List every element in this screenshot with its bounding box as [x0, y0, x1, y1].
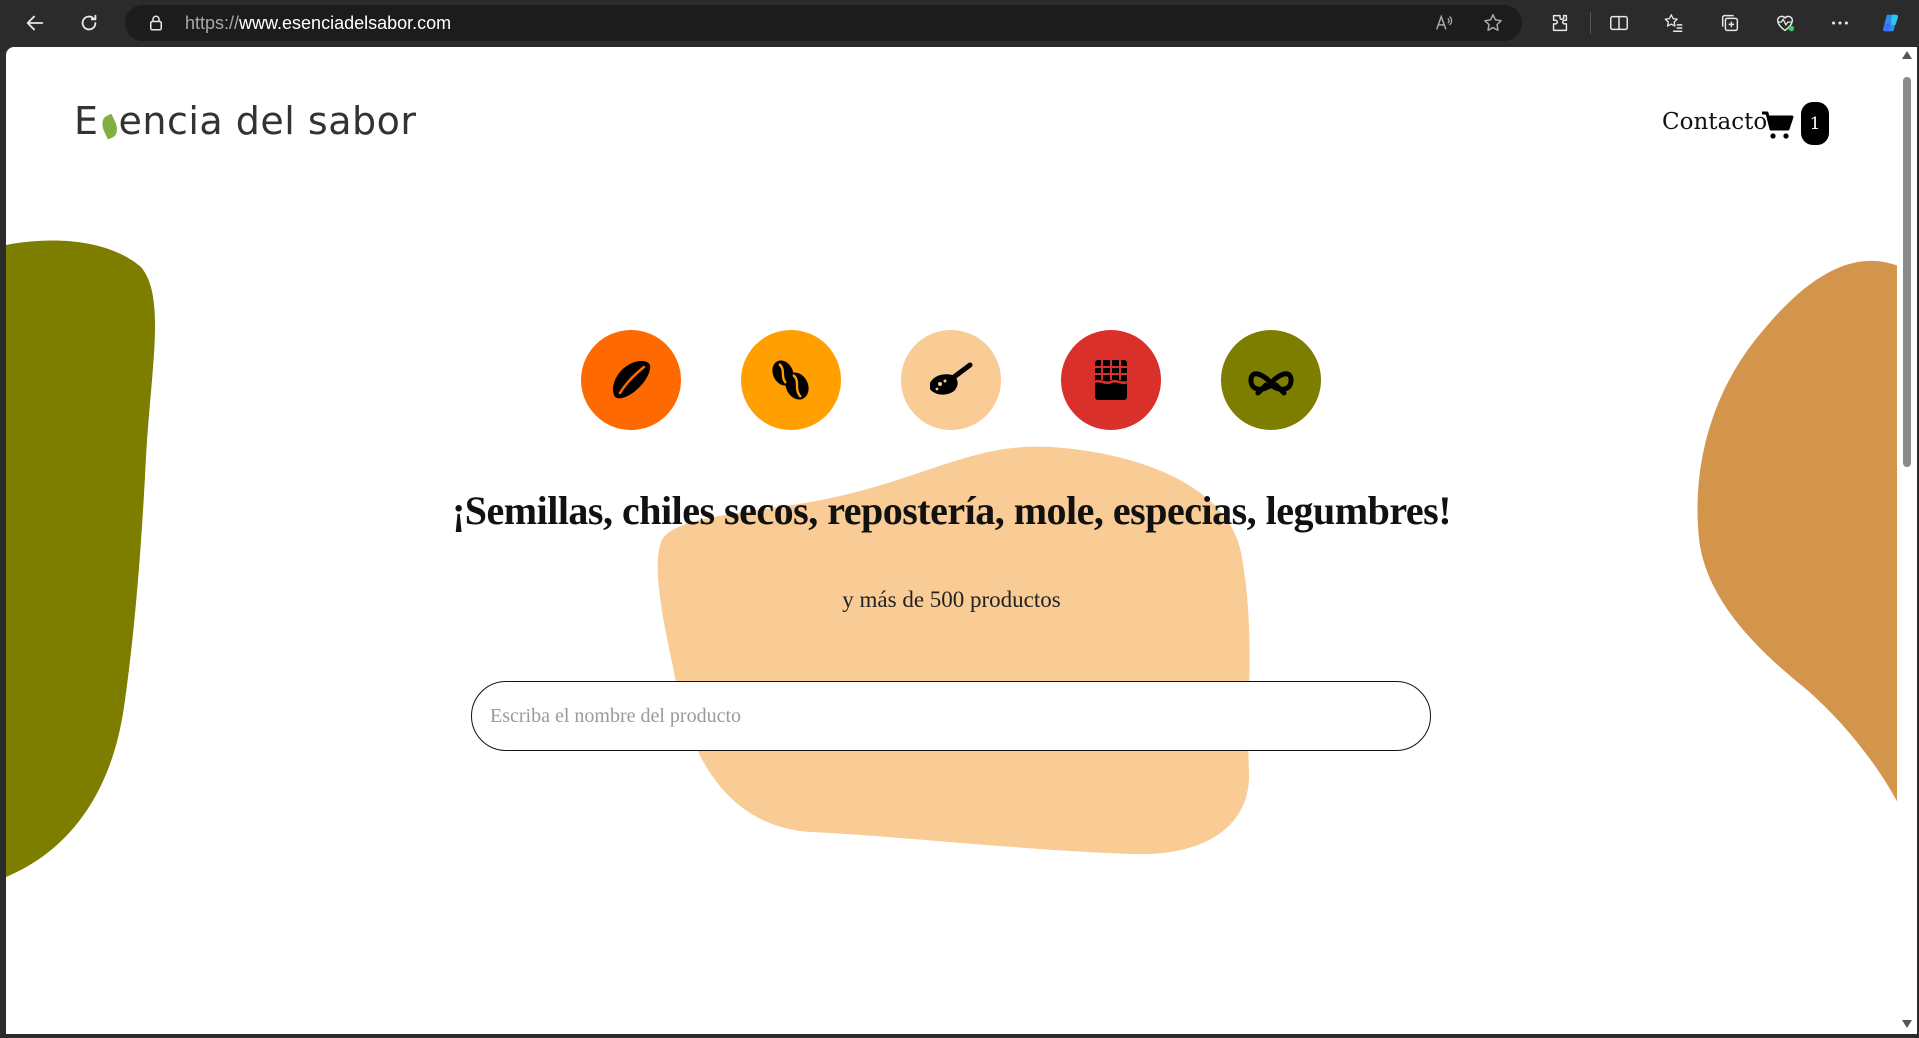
browser-essentials-button[interactable]: [1771, 9, 1799, 37]
almond-icon: [612, 361, 651, 399]
favorite-button[interactable]: [1481, 11, 1505, 35]
contact-link[interactable]: Contacto: [1662, 109, 1767, 135]
browser-toolbar: https://www.esenciadelsabor.com: [0, 0, 1919, 46]
copilot-icon: [1883, 14, 1898, 32]
hero-headline: ¡Semillas, chiles secos, repostería, mol…: [451, 488, 1452, 533]
url-text: https://www.esenciadelsabor.com: [185, 13, 452, 33]
collections-button[interactable]: [1716, 9, 1744, 37]
toolbar-divider: [1590, 12, 1591, 34]
address-bar[interactable]: https://www.esenciadelsabor.com: [125, 5, 1522, 41]
leaf-icon: [98, 113, 121, 140]
back-button[interactable]: [19, 7, 51, 39]
read-aloud-button[interactable]: [1432, 11, 1456, 35]
pretzel-icon: [1248, 371, 1294, 396]
split-screen-button[interactable]: [1605, 9, 1633, 37]
scroll-down-arrow-icon[interactable]: [1902, 1020, 1912, 1028]
site-logo[interactable]: Eencia del sabor: [74, 99, 417, 143]
read-aloud-icon: [1435, 14, 1453, 30]
extensions-button[interactable]: [1546, 9, 1574, 37]
refresh-icon: [81, 14, 97, 31]
copilot-button[interactable]: [1877, 9, 1905, 37]
chocolate-bar-icon: [1094, 360, 1128, 400]
shopping-cart-icon[interactable]: [1760, 107, 1794, 141]
favorites-button[interactable]: [1660, 9, 1688, 37]
puzzle-icon: [1552, 14, 1568, 32]
split-screen-icon: [1610, 15, 1628, 31]
vertical-scrollbar[interactable]: [1897, 47, 1917, 1034]
refresh-button[interactable]: [73, 7, 105, 39]
category-seeds-button[interactable]: [581, 330, 681, 430]
favorites-list-icon: [1664, 14, 1683, 32]
spice-spoon-icon: [930, 362, 973, 395]
category-baking-button[interactable]: [1061, 330, 1161, 430]
collections-icon: [1721, 14, 1739, 32]
category-snacks-button[interactable]: [1221, 330, 1321, 430]
right-tan-blob: [1697, 260, 1897, 802]
scroll-up-arrow-icon[interactable]: [1902, 51, 1912, 59]
category-coffee-button[interactable]: [741, 330, 841, 430]
product-search-input[interactable]: [471, 681, 1431, 751]
category-spices-button[interactable]: [901, 330, 1001, 430]
star-icon: [1484, 14, 1502, 31]
more-menu-button[interactable]: [1826, 9, 1854, 37]
left-olive-blob: [6, 240, 155, 877]
hero-subline: y más de 500 productos: [842, 587, 1061, 612]
lock-icon: [150, 15, 162, 31]
more-dots-icon: [1832, 21, 1848, 25]
coffee-beans-icon: [772, 360, 809, 400]
cart-count-badge[interactable]: 1: [1801, 102, 1829, 145]
page-viewport: Eencia del sabor Contacto 1 ¡Semillas, c…: [6, 47, 1897, 1034]
arrow-left-icon: [26, 15, 44, 31]
heart-pulse-icon: [1776, 15, 1795, 32]
scrollbar-thumb[interactable]: [1903, 77, 1911, 467]
